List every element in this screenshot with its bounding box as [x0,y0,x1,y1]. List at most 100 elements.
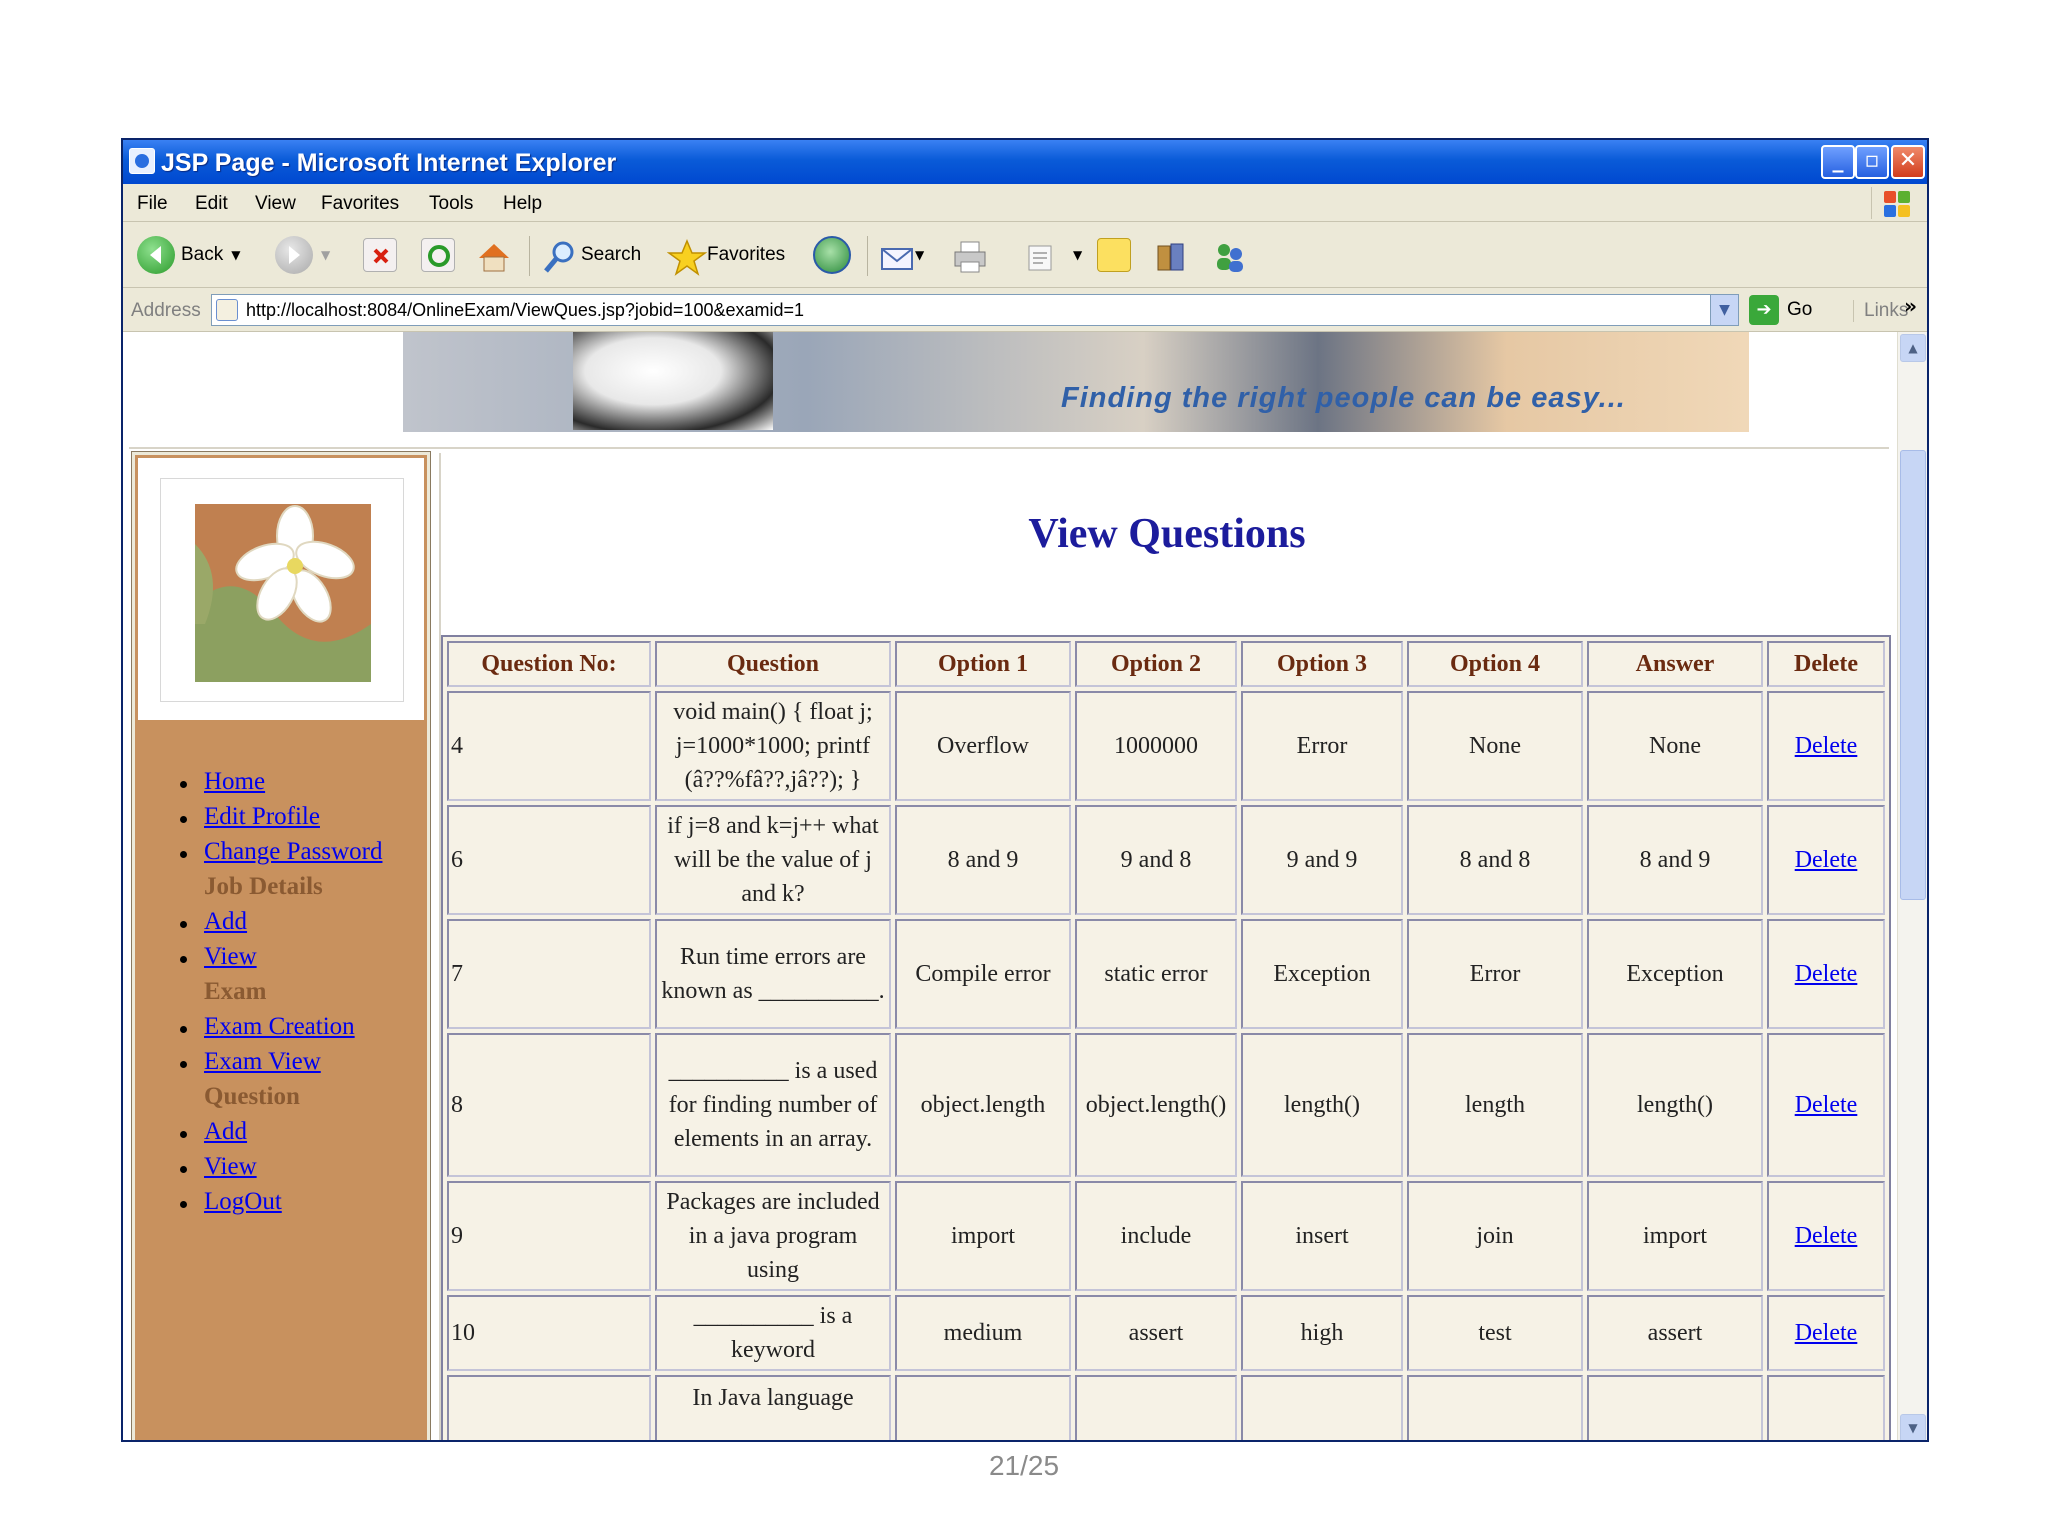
cell-delete: Delete [1767,691,1885,801]
edit-button[interactable]: ▼ [1021,234,1082,276]
cell-delete: Delete [1767,1181,1885,1291]
logo-border [160,478,404,702]
refresh-icon [421,238,455,272]
scroll-down-icon[interactable]: ▼ [1900,1414,1926,1440]
delete-link[interactable]: Delete [1795,1223,1858,1249]
menu-help[interactable]: Help [503,193,542,215]
cell-option-1: import [895,1181,1071,1291]
banner-photo-papers [573,332,773,430]
delete-link[interactable]: Delete [1795,1320,1858,1346]
cell-question: __________ is a used for finding number … [655,1033,891,1177]
cell-answer: None [1587,691,1763,801]
menu-tools[interactable]: Tools [429,193,473,215]
note-icon [1097,238,1131,272]
column-header-option-2: Option 2 [1075,641,1237,687]
refresh-button[interactable] [421,234,455,276]
cell-option-4: Error [1407,919,1583,1029]
chevron-down-icon[interactable]: ▼ [1710,295,1738,325]
delete-link[interactable]: Delete [1795,1092,1858,1118]
stop-button[interactable] [363,234,397,276]
delete-link[interactable]: Delete [1795,961,1858,987]
nav-link-logout[interactable]: LogOut [204,1188,282,1216]
nav-link-job-add[interactable]: Add [204,908,247,936]
nav-link-change-password[interactable]: Change Password [204,838,382,866]
chevron-down-icon[interactable]: ▼ [231,248,240,262]
bullet-icon [180,1131,187,1138]
minimize-button[interactable]: _ [1821,145,1855,179]
table-row: 10 __________ is a keyword medium assert… [447,1295,1885,1371]
table-row: 7 Run time errors are known as _________… [447,919,1885,1029]
bullet-icon [180,781,187,788]
print-button[interactable] [951,234,986,276]
cell-delete: Delete [1767,805,1885,915]
nav-link-question-add[interactable]: Add [204,1118,247,1146]
delete-link[interactable]: Delete [1795,733,1858,759]
cell-option-4: test [1407,1295,1583,1371]
cell-answer: 8 and 9 [1587,805,1763,915]
go-arrow-icon: ➔ [1749,295,1779,325]
cell-answer: length() [1587,1033,1763,1177]
cell-option-3 [1241,1375,1403,1440]
nav-link-edit-profile[interactable]: Edit Profile [204,803,320,831]
messenger-button[interactable] [1211,234,1245,276]
nav-link-exam-creation[interactable]: Exam Creation [204,1013,355,1041]
maximize-button[interactable]: ▫ [1855,145,1889,179]
cell-question: Run time errors are known as __________. [655,919,891,1029]
forward-button[interactable]: ▼ [275,234,330,276]
cell-question-no: 6 [447,805,651,915]
cell-delete [1767,1375,1885,1440]
menu-edit[interactable]: Edit [195,193,228,215]
column-header-answer: Answer [1587,641,1763,687]
nav-link-question-view[interactable]: View [204,1153,257,1181]
menu-view[interactable]: View [255,193,296,215]
menu-file[interactable]: File [137,193,168,215]
cell-option-3: Exception [1241,919,1403,1029]
slide-page-number: 21/25 [988,1450,1060,1481]
cell-option-4: 8 and 8 [1407,805,1583,915]
go-label: Go [1787,299,1813,320]
title-bar[interactable]: JSP Page - Microsoft Internet Explorer _… [123,140,1927,184]
links-chevron-icon[interactable]: » [1904,294,1917,318]
scroll-up-icon[interactable]: ▲ [1900,334,1926,362]
left-sidebar: Home Edit Profile Change Password Job De… [131,451,431,1440]
divider [129,447,1889,449]
favorites-label: Favorites [707,244,786,265]
cell-option-1 [895,1375,1071,1440]
vertical-scrollbar[interactable]: ▲ ▼ [1897,332,1927,1440]
address-input[interactable]: http://localhost:8084/OnlineExam/ViewQue… [211,294,1739,326]
close-button[interactable]: ✕ [1891,145,1925,179]
menu-favorites[interactable]: Favorites [321,193,399,215]
back-label: Back [181,244,224,265]
research-button[interactable] [1153,234,1187,276]
cell-question-no [447,1375,651,1440]
toolbar-separator [529,236,530,276]
nav-link-exam-view[interactable]: Exam View [204,1048,321,1076]
windows-logo-icon [1871,187,1915,219]
search-label: Search [581,244,642,265]
chevron-down-icon[interactable]: ▼ [1073,248,1082,262]
nav-link-job-view[interactable]: View [204,943,257,971]
mail-icon [879,238,913,272]
address-url[interactable]: http://localhost:8084/OnlineExam/ViewQue… [246,300,804,321]
stop-icon [363,238,397,272]
cell-option-3: high [1241,1295,1403,1371]
back-button[interactable]: Back ▼ [137,234,240,276]
links-label[interactable]: Links [1853,300,1908,322]
table-row: 9 Packages are included in a java progra… [447,1181,1885,1291]
go-button[interactable]: ➔ Go [1749,294,1812,326]
discuss-button[interactable] [1097,234,1131,276]
cell-option-2 [1075,1375,1237,1440]
column-header-delete: Delete [1767,641,1885,687]
delete-link[interactable]: Delete [1795,847,1858,873]
scrollbar-thumb[interactable] [1900,450,1926,900]
chevron-down-icon[interactable]: ▼ [321,248,330,262]
nav-link-home[interactable]: Home [204,768,265,796]
favorites-button[interactable]: Favorites [666,234,786,276]
cell-question-no: 7 [447,919,651,1029]
mail-button[interactable]: ▼ [879,234,924,276]
cell-option-2: 1000000 [1075,691,1237,801]
cell-option-2: assert [1075,1295,1237,1371]
search-button[interactable]: Search [541,234,641,276]
history-button[interactable] [813,234,851,276]
home-button[interactable] [475,234,509,276]
